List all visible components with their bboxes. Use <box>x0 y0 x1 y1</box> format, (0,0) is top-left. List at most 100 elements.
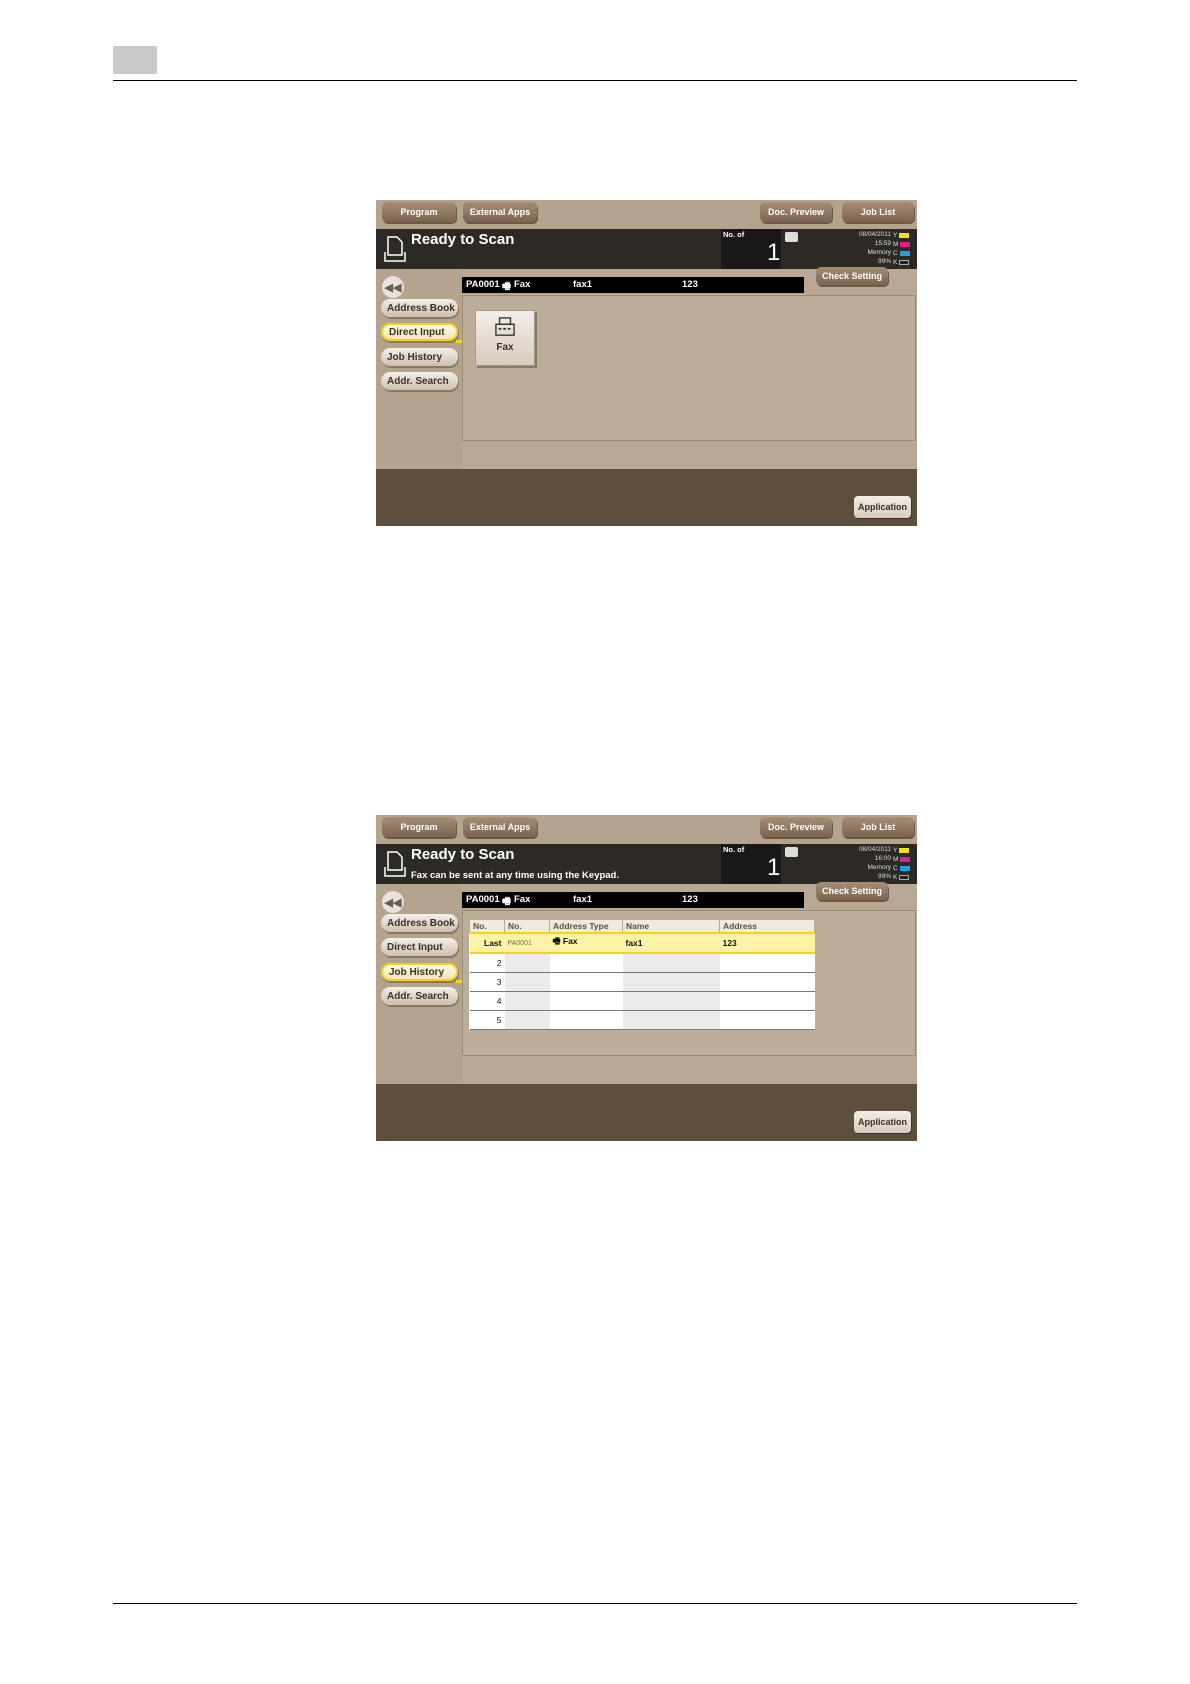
row-address-type: 🖷 Fax <box>549 932 623 954</box>
memory-value: 99% <box>877 258 891 265</box>
check-setting-button[interactable]: Check Setting <box>816 267 888 285</box>
camera-icon <box>785 847 798 857</box>
column-header: Address Type <box>549 919 623 934</box>
sidebar-item-job-history[interactable]: Job History <box>381 963 464 983</box>
toner-y-swatch <box>899 847 910 853</box>
row-id <box>504 1010 550 1030</box>
column-header: Address <box>719 919 815 934</box>
row-number: 5 <box>469 1010 505 1030</box>
row-address-type <box>549 953 623 973</box>
sidebar-item-job-history[interactable]: Job History <box>381 348 458 366</box>
row-number: 4 <box>469 991 505 1011</box>
sidebar-item-label: Job History <box>389 966 445 978</box>
header-rule <box>113 80 1077 81</box>
row-address <box>719 972 815 992</box>
destination-name: fax1 <box>573 279 593 290</box>
status-title: Ready to Scan <box>411 231 515 248</box>
toner-k-swatch <box>899 874 910 880</box>
toner-levels: Y M C K <box>893 846 915 882</box>
row-address-type-label: Fax <box>562 936 578 946</box>
fax-icon <box>495 317 515 336</box>
sidebar-item-address-book[interactable]: Address Book <box>381 299 458 317</box>
camera-icon <box>785 232 798 242</box>
scanner-icon <box>384 851 406 877</box>
toner-m-swatch <box>900 241 911 247</box>
row-number: Last <box>469 932 505 954</box>
destination-name: fax1 <box>573 894 593 905</box>
row-id: PA0001 <box>504 932 550 954</box>
column-header: No. <box>504 919 550 934</box>
fax-button[interactable]: Fax <box>475 310 535 366</box>
toner-y-label: Y <box>893 232 898 239</box>
row-number: 3 <box>469 972 505 992</box>
table-row[interactable]: 5 <box>469 1010 815 1030</box>
fax-button-label: Fax <box>496 342 514 353</box>
check-setting-button[interactable]: Check Setting <box>816 882 888 900</box>
row-address-type <box>549 972 623 992</box>
input-panel: Fax <box>462 295 916 441</box>
row-address <box>719 953 815 973</box>
sidebar-item-addr-search[interactable]: Addr. Search <box>381 372 458 390</box>
column-header: No. <box>469 919 505 934</box>
row-id <box>504 972 550 992</box>
main-content: PA0001 🖷 Fax fax1 123 Check Setting Fax <box>462 267 917 469</box>
application-button[interactable]: Application <box>854 1111 911 1133</box>
counter-value: 1 <box>767 854 781 881</box>
memory-label: Memory <box>867 249 891 256</box>
toner-k-label: K <box>893 259 898 266</box>
screenshot-direct-input: Program External Apps Doc. Preview Job L… <box>376 200 917 526</box>
doc-preview-button[interactable]: Doc. Preview <box>760 817 832 837</box>
page-tab <box>113 46 157 74</box>
toner-k-swatch <box>899 259 910 265</box>
toner-m-swatch <box>900 856 911 862</box>
job-list-button[interactable]: Job List <box>842 817 914 837</box>
row-number: 2 <box>469 953 505 973</box>
job-list-button[interactable]: Job List <box>842 202 914 222</box>
back-icon[interactable]: ◀◀ <box>382 276 404 298</box>
status-title: Ready to Scan <box>411 846 515 863</box>
toner-c-swatch <box>899 865 910 871</box>
toner-y-swatch <box>899 232 910 238</box>
doc-preview-button[interactable]: Doc. Preview <box>760 202 832 222</box>
destination-bar: PA0001 🖷 Fax fax1 123 <box>462 892 804 908</box>
destination-address: 123 <box>682 279 698 290</box>
date-memory-info: 08/04/2011 16:00 Memory 99% <box>836 845 891 881</box>
sidebar-item-direct-input[interactable]: Direct Input <box>381 938 458 956</box>
fax-small-icon: 🖷 <box>552 936 563 946</box>
copy-counter: No. of 1 <box>721 229 798 269</box>
date-memory-info: 08/04/2011 15:59 Memory 99% <box>836 230 891 266</box>
date-text: 08/04/2011 <box>858 231 891 238</box>
program-button[interactable]: Program <box>382 817 456 837</box>
row-address: 123 <box>719 932 815 954</box>
sidebar-item-direct-input[interactable]: Direct Input <box>381 323 464 343</box>
table-row[interactable]: 2 <box>469 953 815 973</box>
destination-id: PA0001 <box>466 894 500 905</box>
time-text: 16:00 <box>874 855 891 862</box>
toner-c-label: C <box>893 250 898 257</box>
job-history-table: No. No. Address Type Name Address Last P… <box>469 919 815 1030</box>
table-row[interactable]: 3 <box>469 972 815 992</box>
fax-small-icon: 🖷 <box>502 281 511 292</box>
top-bar: Program External Apps Doc. Preview Job L… <box>376 200 917 229</box>
application-button[interactable]: Application <box>854 496 911 518</box>
column-header: Name <box>622 919 720 934</box>
table-row[interactable]: Last PA0001 🖷 Fax fax1 123 <box>469 932 815 954</box>
row-name: fax1 <box>622 932 720 954</box>
destination-bar: PA0001 🖷 Fax fax1 123 <box>462 277 804 293</box>
table-row[interactable]: 4 <box>469 991 815 1011</box>
bottom-bar <box>376 1084 917 1141</box>
sidebar-item-addr-search[interactable]: Addr. Search <box>381 987 458 1005</box>
row-name <box>622 953 720 973</box>
destination-id: PA0001 <box>466 279 500 290</box>
row-address-type <box>549 1010 623 1030</box>
toner-m-label: M <box>893 856 899 863</box>
external-apps-button[interactable]: External Apps <box>463 817 537 837</box>
row-address <box>719 1010 815 1030</box>
back-icon[interactable]: ◀◀ <box>382 891 404 913</box>
sidebar-item-address-book[interactable]: Address Book <box>381 914 458 932</box>
program-button[interactable]: Program <box>382 202 456 222</box>
external-apps-button[interactable]: External Apps <box>463 202 537 222</box>
sidebar-item-label: Direct Input <box>389 326 445 338</box>
row-name <box>622 972 720 992</box>
toner-levels: Y M C K <box>893 231 915 267</box>
